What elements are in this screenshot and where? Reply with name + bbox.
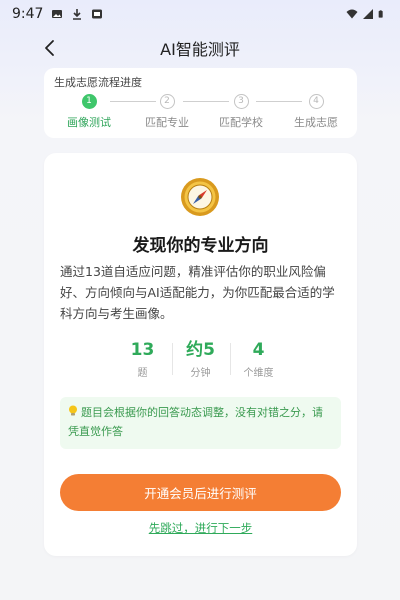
stat-label: 分钟 (190, 368, 211, 379)
status-time: 9:47 (12, 6, 44, 22)
back-button[interactable] (36, 34, 64, 62)
step-label: 匹配学校 (219, 116, 263, 129)
step-portrait-test[interactable]: 1 画像测试 (59, 92, 119, 130)
image-notification-icon (52, 10, 63, 18)
progress-title: 生成志愿流程进度 (54, 76, 142, 89)
stat-minutes: 约5 分钟 (171, 339, 230, 383)
step-number: 3 (233, 94, 249, 109)
step-label: 画像测试 (67, 116, 111, 129)
stat-value: 约5 (186, 340, 215, 360)
tip-text: 题目会根据你的回答动态调整，没有对错之分，请凭直觉作答 (68, 406, 323, 438)
stat-label: 个维度 (243, 368, 274, 379)
status-bar: 9:47 (0, 0, 400, 28)
chevron-left-icon (45, 40, 54, 56)
intro-card: 发现你的专业方向 通过13道自适应问题，精准评估你的职业风险偏好、方向倾向与AI… (44, 153, 357, 556)
stat-value: 4 (252, 340, 265, 360)
stat-questions: 13 题 (114, 339, 172, 383)
start-test-button[interactable]: 开通会员后进行测评 (60, 474, 341, 511)
stat-label: 题 (137, 368, 148, 379)
signal-icon (363, 9, 373, 19)
stats-row: 13 题 约5 分钟 4 个维度 (44, 339, 357, 383)
page-title: AI智能测评 (160, 40, 240, 59)
step-number: 2 (159, 94, 175, 109)
stat-value: 13 (130, 340, 155, 360)
download-icon (73, 9, 82, 20)
step-match-school[interactable]: 3 匹配学校 (211, 92, 271, 130)
step-label: 匹配专业 (145, 116, 189, 129)
status-right (346, 8, 386, 20)
wifi-icon (346, 9, 358, 19)
app-notification-icon (92, 9, 103, 19)
status-left: 9:47 (12, 6, 103, 22)
progress-steps: 1 画像测试 2 匹配专业 3 匹配学校 4 生成志愿 (54, 92, 347, 136)
nav-bar: AI智能测评 (0, 30, 400, 66)
stat-dimensions: 4 个维度 (229, 339, 288, 383)
compass-icon (181, 178, 219, 216)
step-number: 1 (81, 94, 97, 109)
tip-box: 题目会根据你的回答动态调整，没有对错之分，请凭直觉作答 (60, 397, 341, 449)
intro-description: 通过13道自适应问题，精准评估你的职业风险偏好、方向倾向与AI适配能力，为你匹配… (60, 264, 335, 321)
lightbulb-icon (69, 405, 77, 416)
skip-link[interactable]: 先跳过，进行下一步 (44, 520, 357, 536)
battery-icon (378, 10, 383, 18)
intro-heading: 发现你的专业方向 (132, 236, 269, 256)
step-label: 生成志愿 (294, 116, 338, 129)
step-match-major[interactable]: 2 匹配专业 (137, 92, 197, 130)
step-generate-wishes[interactable]: 4 生成志愿 (286, 92, 346, 130)
progress-card: 生成志愿流程进度 1 画像测试 2 匹配专业 3 匹配学校 4 生成志愿 (44, 68, 357, 138)
step-number: 4 (308, 94, 324, 109)
